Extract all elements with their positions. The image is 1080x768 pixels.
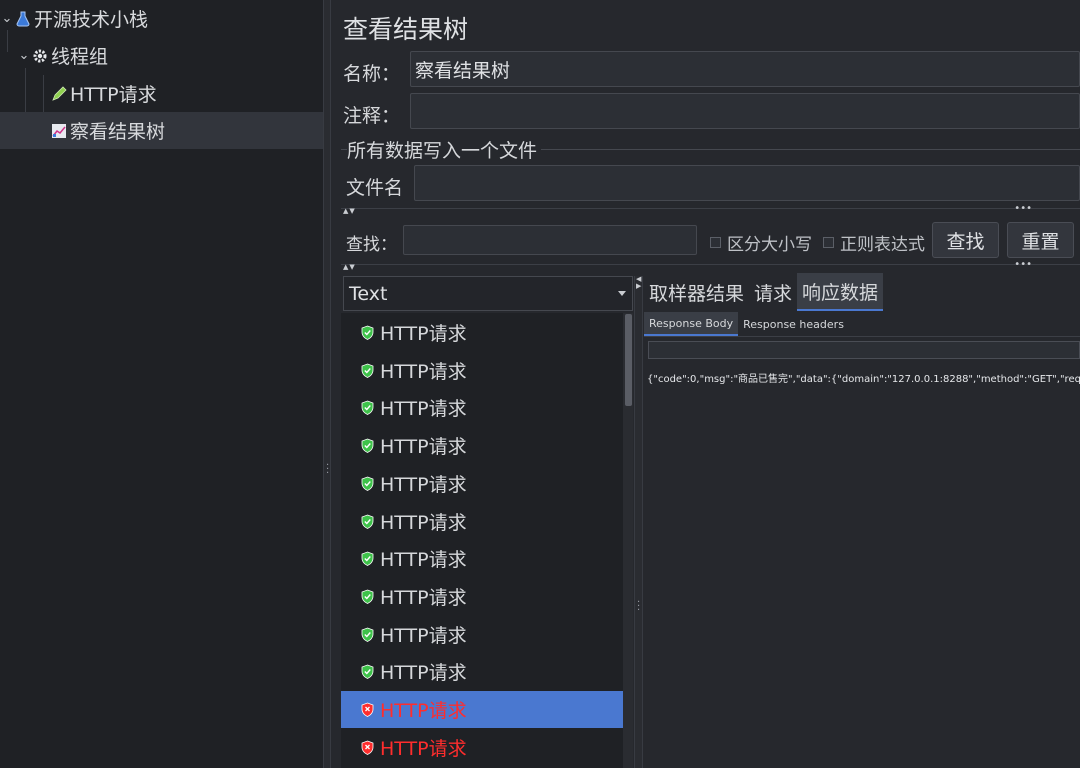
tab-sampler-result[interactable]: 取样器结果 bbox=[644, 273, 749, 311]
pencil-icon bbox=[50, 85, 68, 103]
collapse-arrows-icon[interactable]: ◀ ▶ bbox=[636, 276, 641, 290]
tree-item-label: HTTP请求 bbox=[70, 84, 157, 106]
tree-item-test-plan[interactable]: ⌄ 开源技术小栈 bbox=[0, 0, 323, 37]
name-field[interactable]: 察看结果树 bbox=[410, 51, 1080, 87]
result-item[interactable]: HTTP请求 bbox=[341, 691, 623, 728]
success-shield-icon bbox=[361, 627, 380, 642]
collapse-arrows-icon[interactable]: ▲▼ bbox=[343, 263, 356, 271]
result-item-label: HTTP请求 bbox=[380, 511, 467, 534]
view-results-tree-panel: 查看结果树 名称： 察看结果树 注释： 所有数据写入一个文件 文件名 ▲▼ ••… bbox=[331, 0, 1080, 768]
result-item[interactable]: HTTP请求 bbox=[341, 352, 623, 389]
success-shield-icon bbox=[361, 438, 380, 454]
success-shield-icon bbox=[361, 476, 380, 491]
success-shield-icon bbox=[361, 325, 380, 340]
success-shield-icon bbox=[361, 589, 380, 604]
result-item-label: HTTP请求 bbox=[380, 586, 467, 609]
test-plan-tree: ⌄ 开源技术小栈 ⌄ 线程组 HTTP请求 察看结果树 bbox=[0, 0, 323, 768]
error-shield-icon bbox=[361, 702, 380, 717]
find-button[interactable]: 查找 bbox=[932, 222, 999, 258]
collapse-arrows-icon[interactable]: ▲▼ bbox=[343, 207, 356, 215]
result-item[interactable]: HTTP请求 bbox=[341, 465, 623, 502]
splitter-bottom[interactable]: ▲▼ ••• bbox=[341, 259, 1080, 272]
result-item[interactable]: HTTP请求 bbox=[341, 578, 623, 615]
result-item-label: HTTP请求 bbox=[380, 624, 467, 647]
success-shield-icon bbox=[361, 551, 380, 567]
tab-request[interactable]: 请求 bbox=[749, 273, 797, 311]
result-item-label: HTTP请求 bbox=[380, 360, 467, 383]
result-item[interactable]: HTTP请求 bbox=[341, 427, 623, 464]
more-grip-icon: ••• bbox=[1014, 203, 1032, 214]
case-sensitive-checkbox[interactable]: 区分大小写 bbox=[710, 230, 812, 255]
result-item-label: HTTP请求 bbox=[380, 662, 467, 685]
success-shield-icon bbox=[361, 664, 380, 680]
success-shield-icon bbox=[361, 400, 380, 416]
result-item[interactable]: HTTP请求 bbox=[341, 616, 623, 653]
filename-label: 文件名 bbox=[346, 177, 404, 199]
regex-label: 正则表达式 bbox=[840, 235, 925, 255]
result-item-label: HTTP请求 bbox=[380, 737, 467, 760]
result-item-label: HTTP请求 bbox=[380, 436, 467, 459]
result-item[interactable]: HTTP请求 bbox=[341, 314, 623, 351]
tree-item-label: 开源技术小栈 bbox=[34, 9, 149, 31]
result-item[interactable]: HTTP请求 bbox=[341, 729, 623, 766]
tree-item-label: 线程组 bbox=[51, 46, 109, 68]
response-divider bbox=[644, 336, 1080, 337]
result-item-label: HTTP请求 bbox=[380, 398, 467, 421]
chart-icon bbox=[50, 122, 68, 140]
result-tabs: 取样器结果 请求 响应数据 bbox=[644, 273, 884, 311]
file-group-title: 所有数据写入一个文件 bbox=[347, 136, 542, 163]
error-shield-icon bbox=[361, 740, 380, 755]
result-item[interactable]: HTTP请求 bbox=[341, 389, 623, 426]
response-body-text[interactable]: {"code":0,"msg":"商品已售完","data":{"domain"… bbox=[647, 370, 1080, 385]
search-input[interactable] bbox=[403, 225, 697, 255]
regex-checkbox[interactable]: 正则表达式 bbox=[823, 230, 925, 255]
splitter-top[interactable]: ▲▼ ••• bbox=[341, 203, 1080, 216]
response-subtabs: Response Body Response headers bbox=[644, 312, 849, 336]
splitter-grip-icon: · · · bbox=[637, 597, 641, 616]
filename-field[interactable] bbox=[414, 165, 1080, 201]
checkbox-box[interactable] bbox=[823, 237, 834, 248]
result-item-label: HTTP请求 bbox=[380, 473, 467, 496]
tree-item-view-results-tree[interactable]: 察看结果树 bbox=[0, 112, 323, 149]
tab-response-data[interactable]: 响应数据 bbox=[797, 273, 884, 311]
checkbox-box[interactable] bbox=[710, 237, 721, 248]
more-grip-icon: ••• bbox=[1014, 259, 1032, 270]
name-label: 名称： bbox=[343, 63, 401, 85]
case-sensitive-label: 区分大小写 bbox=[727, 235, 812, 255]
dropdown-arrow-icon[interactable] bbox=[618, 291, 626, 296]
search-label: 查找： bbox=[346, 235, 397, 255]
tab-response-body[interactable]: Response Body bbox=[644, 312, 739, 336]
list-scrollbar-thumb[interactable] bbox=[625, 314, 632, 406]
splitter-grip-icon: · · · bbox=[326, 460, 330, 479]
reset-button[interactable]: 重置 bbox=[1007, 222, 1074, 258]
tree-item-thread-group[interactable]: ⌄ 线程组 bbox=[0, 37, 323, 74]
tree-item-label: 察看结果树 bbox=[70, 121, 166, 143]
tree-panel-splitter[interactable]: · · · bbox=[323, 0, 331, 768]
renderer-select[interactable]: Text bbox=[343, 276, 633, 311]
comment-label: 注释： bbox=[343, 105, 401, 127]
chevron-down-icon[interactable]: ⌄ bbox=[17, 48, 31, 63]
success-shield-icon bbox=[361, 363, 380, 378]
page-title: 查看结果树 bbox=[343, 15, 469, 44]
result-item-label: HTTP请求 bbox=[380, 323, 467, 345]
chevron-down-icon[interactable]: ⌄ bbox=[0, 11, 14, 26]
result-item-label: HTTP请求 bbox=[380, 549, 467, 572]
results-splitter[interactable]: ◀ ▶ · · · bbox=[634, 276, 643, 768]
result-item[interactable]: HTTP请求 bbox=[341, 540, 623, 577]
result-item-label: HTTP请求 bbox=[380, 700, 467, 722]
result-item[interactable]: HTTP请求 bbox=[341, 503, 623, 540]
sample-result-list: HTTP请求 HTTP请求 HTTP请求 HTTP请求 HTTP请求 HTTP请求 HTTP… bbox=[341, 313, 633, 768]
result-item[interactable]: HTTP请求 bbox=[341, 653, 623, 690]
flask-icon bbox=[14, 10, 32, 28]
success-shield-icon bbox=[361, 514, 380, 529]
tree-item-http-request[interactable]: HTTP请求 bbox=[0, 75, 323, 112]
gear-icon bbox=[31, 47, 49, 65]
comment-field[interactable] bbox=[410, 93, 1080, 129]
renderer-select-value: Text bbox=[349, 282, 388, 305]
response-search-input[interactable] bbox=[648, 341, 1080, 359]
tab-response-headers[interactable]: Response headers bbox=[738, 312, 849, 336]
